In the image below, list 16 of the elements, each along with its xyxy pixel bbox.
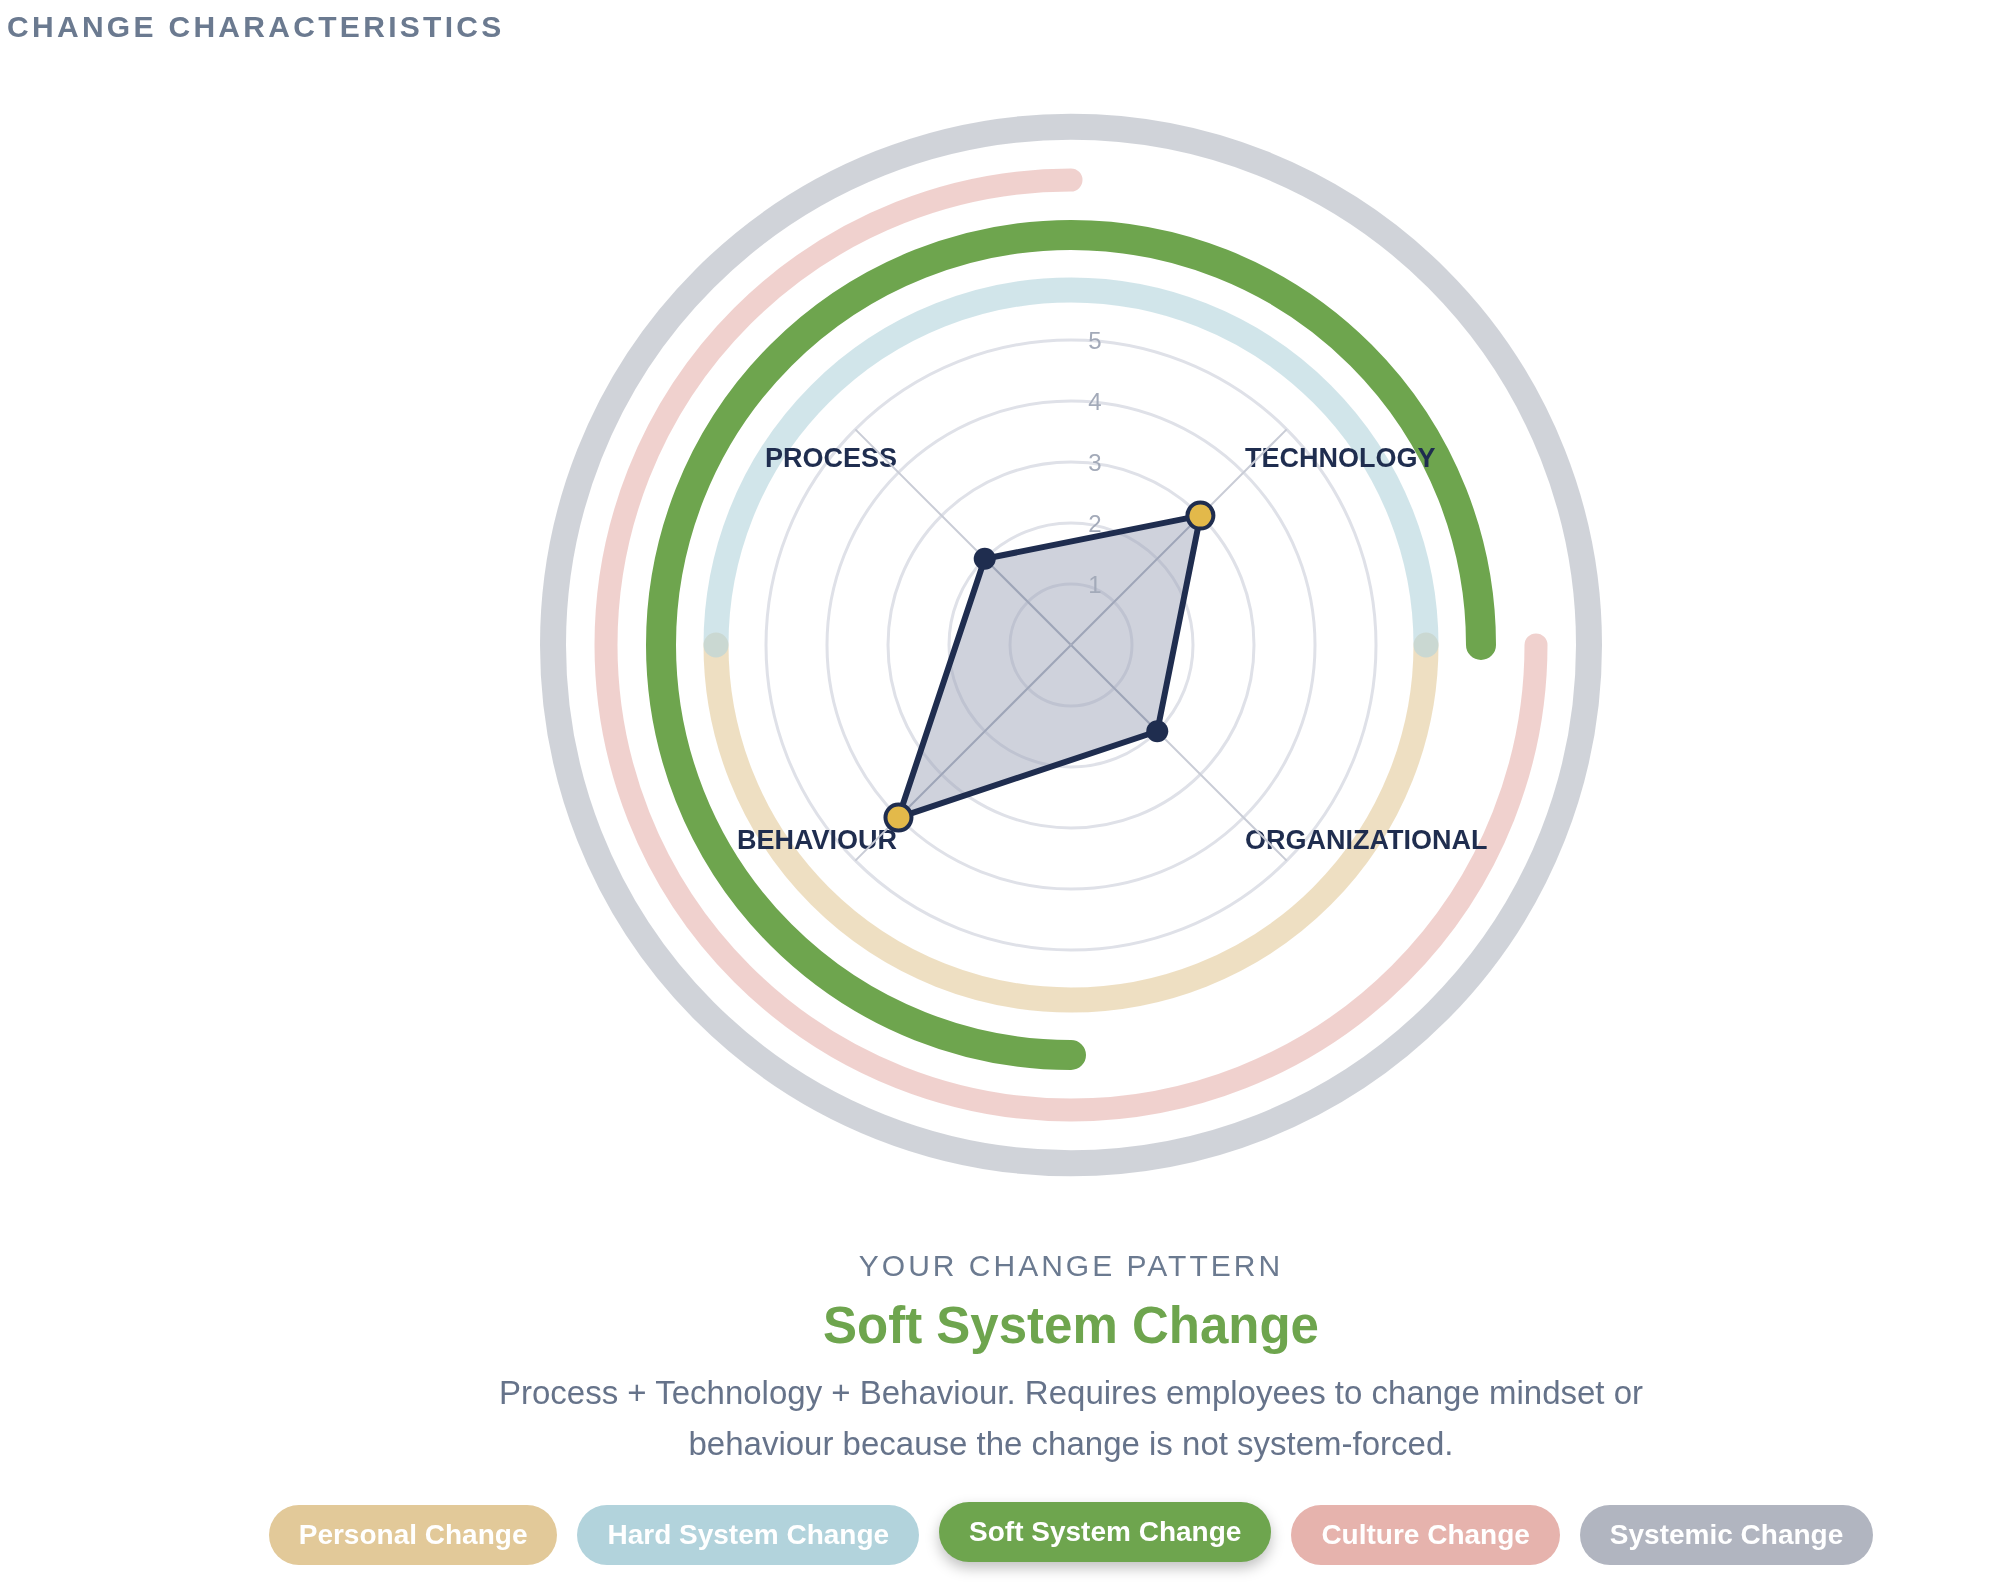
eyebrow-label: YOUR CHANGE PATTERN	[858, 1248, 1284, 1284]
axis-label: ORGANIZATIONAL	[1245, 825, 1488, 855]
axis-label: BEHAVIOUR	[737, 825, 897, 855]
pattern-title: Soft System Change	[823, 1296, 1319, 1356]
axis-label: PROCESS	[764, 443, 897, 473]
scale-label: 4	[1088, 388, 1102, 415]
pattern-tab[interactable]: Culture Change	[1291, 1504, 1560, 1565]
scale-label: 2	[1088, 510, 1102, 537]
pattern-tab[interactable]: Systemic Change	[1579, 1504, 1874, 1565]
pattern-tab[interactable]: Soft System Change	[939, 1501, 1272, 1562]
pattern-tab[interactable]: Hard System Change	[577, 1504, 920, 1565]
pattern-tab[interactable]: Personal Change	[268, 1504, 558, 1565]
section-title: CHANGE CHARACTERISTICS	[7, 10, 505, 43]
scale-label: 5	[1088, 327, 1102, 354]
pattern-description: Process + Technology + Behaviour. Requires employees to change mindset or behaviour because the change is not system-forced.	[497, 1372, 1645, 1464]
scale-label: 3	[1088, 449, 1102, 476]
